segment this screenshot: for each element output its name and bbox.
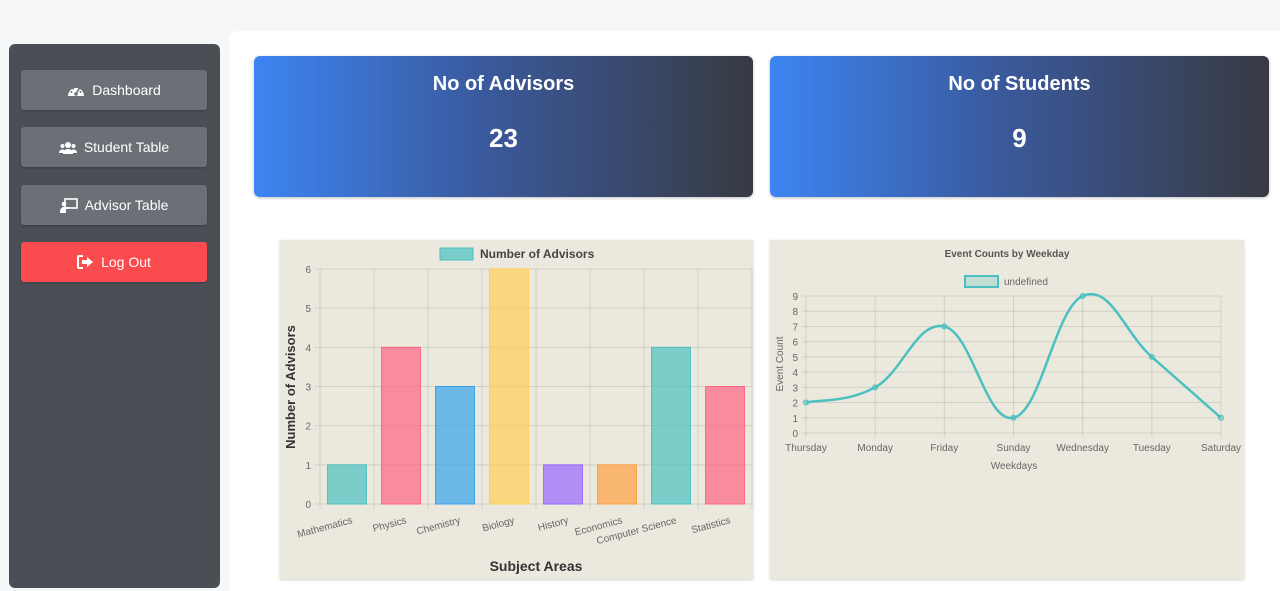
chalkboard-teacher-icon (59, 197, 78, 213)
data-point (1010, 414, 1017, 421)
legend-swatch (964, 275, 999, 288)
x-tick-label: Sunday (997, 443, 1031, 454)
y-tick-label: 0 (792, 429, 798, 440)
bar (651, 346, 691, 505)
sidebar-item-dashboard[interactable]: Dashboard (21, 70, 207, 110)
legend-label: undefined (1004, 277, 1048, 288)
legend-label: Number of Advisors (480, 247, 595, 261)
x-tick-label: Chemistry (415, 515, 461, 537)
students-stat-value: 9 (1012, 123, 1027, 153)
advisors-bar-chart-card: 0 1 2 3 4 5 6 Mathematics Physics Chemistry Biolog… (280, 240, 753, 579)
logout-label: Log Out (101, 254, 151, 270)
bar (597, 464, 637, 505)
y-tick-label: 5 (305, 304, 311, 315)
x-tick-label: Monday (857, 443, 893, 454)
y-tick-label: 5 (792, 353, 798, 364)
y-tick-label: 9 (792, 292, 798, 303)
x-tick-label: Mathematics (296, 515, 354, 540)
y-axis-title: Number of Advisors (283, 325, 298, 449)
data-point (1148, 353, 1155, 360)
legend-swatch (439, 247, 474, 261)
logout-button[interactable]: Log Out (21, 242, 207, 282)
bar (435, 386, 475, 505)
x-tick-label: Thursday (785, 443, 827, 454)
users-icon (58, 141, 77, 154)
x-axis-title: Subject Areas (490, 558, 583, 574)
y-tick-label: 3 (305, 383, 311, 394)
chart-title: Event Counts by Weekday (945, 249, 1070, 260)
x-tick-label: Statistics (690, 515, 731, 536)
data-point (941, 323, 948, 330)
bar (705, 386, 745, 505)
x-tick-label: History (537, 515, 570, 534)
y-tick-label: 0 (305, 500, 311, 511)
y-tick-label: 2 (305, 422, 311, 433)
event-line-chart-card: 0 1 2 3 4 5 6 7 8 9 Thursday Monday Friday Sunday Wedn… (770, 240, 1244, 579)
students-stat-title: No of Students (948, 73, 1091, 95)
y-tick-label: 6 (792, 338, 798, 349)
sign-out-icon (77, 255, 94, 269)
sidebar: Dashboard Student Table Advisor Table Lo… (9, 44, 220, 588)
bar (327, 464, 367, 505)
y-tick-label: 8 (792, 307, 798, 318)
event-line-chart: 0 1 2 3 4 5 6 7 8 9 Thursday Monday Friday Sunday Wedn… (775, 249, 1241, 472)
data-point (803, 399, 809, 406)
x-tick-label: Saturday (1201, 443, 1241, 454)
y-tick-label: 2 (792, 399, 798, 410)
x-tick-label: Biology (481, 515, 516, 534)
y-tick-label: 4 (305, 343, 311, 354)
bar (489, 268, 529, 505)
data-point (872, 384, 879, 391)
bar (381, 346, 421, 505)
gauge-icon (67, 83, 85, 98)
data-point (1079, 293, 1086, 299)
y-tick-label: 3 (792, 383, 798, 394)
y-tick-label: 7 (792, 322, 798, 333)
students-stat-card: No of Students 9 (770, 56, 1269, 197)
y-tick-label: 6 (305, 265, 311, 276)
x-axis-title: Weekdays (991, 461, 1038, 472)
x-tick-label: Friday (930, 443, 958, 454)
sidebar-item-label: Student Table (83, 139, 170, 155)
x-tick-label: Tuesday (1133, 443, 1171, 454)
sidebar-item-student-table[interactable]: Student Table (21, 127, 207, 167)
sidebar-item-advisor-table[interactable]: Advisor Table (21, 185, 207, 225)
y-tick-label: 4 (792, 368, 798, 379)
x-tick-label: Wednesday (1056, 443, 1109, 454)
y-tick-label: 1 (792, 414, 798, 425)
bar (543, 464, 583, 505)
advisors-stat-value: 23 (489, 123, 518, 153)
sidebar-item-label: Advisor Table (84, 197, 169, 213)
x-tick-label: Physics (372, 515, 408, 535)
advisors-bar-chart: 0 1 2 3 4 5 6 Mathematics Physics Chemistry Biolog… (283, 247, 753, 574)
advisors-stat-card: No of Advisors 23 (254, 56, 753, 197)
main-content: No of Advisors 23 No of Students 9 01234… (229, 31, 1280, 591)
advisors-stat-title: No of Advisors (432, 73, 575, 95)
sidebar-item-label: Dashboard (92, 82, 161, 98)
data-point (1218, 414, 1224, 421)
y-tick-label: 1 (305, 461, 311, 472)
y-axis-title: Event Count (775, 336, 786, 391)
